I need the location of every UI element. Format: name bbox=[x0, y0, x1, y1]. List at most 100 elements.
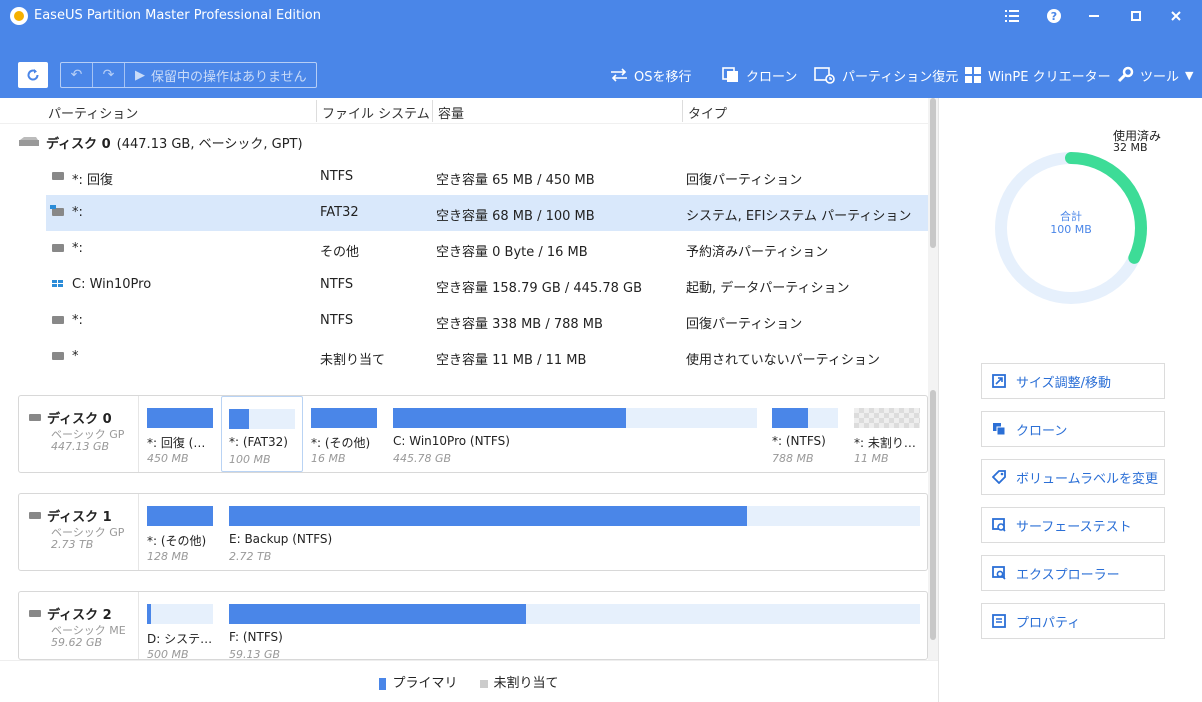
disk-1-map[interactable]: ディスク 1 ベーシック GP 2.73 TB *: (その他) 128 MB … bbox=[18, 493, 928, 571]
header-partition[interactable]: パーティション bbox=[48, 103, 138, 122]
disk-0-map[interactable]: ディスク 0 ベーシック GP 447.13 GB *: 回復 (… 450 M… bbox=[18, 395, 928, 473]
partition-block[interactable]: *: 回復 (… 450 MB bbox=[147, 396, 215, 472]
migrate-os-button[interactable]: OSを移行 bbox=[610, 64, 692, 86]
refresh-icon bbox=[27, 69, 39, 81]
resize-icon bbox=[992, 374, 1006, 388]
disk-2-info[interactable]: ディスク 2 ベーシック ME 59.62 GB bbox=[19, 592, 139, 659]
header-type[interactable]: タイプ bbox=[688, 103, 727, 122]
partition-legend: プライマリ 未割り当て bbox=[0, 660, 938, 702]
help-icon[interactable]: ? bbox=[1034, 0, 1074, 32]
partition-size: 2.72 TB bbox=[229, 550, 272, 563]
partition-block[interactable]: *: (NTFS) 788 MB bbox=[772, 396, 840, 472]
partition-block[interactable]: C: Win10Pro (NTFS) 445.78 GB bbox=[393, 396, 759, 472]
row-filesystem: NTFS bbox=[320, 277, 354, 292]
properties-button[interactable]: プロパティ bbox=[981, 603, 1165, 639]
resize-move-button[interactable]: サイズ調整/移動 bbox=[981, 363, 1165, 399]
windows-drive-icon bbox=[52, 280, 64, 288]
disk-icon bbox=[29, 610, 41, 617]
disk-1-title: ディスク 1 bbox=[47, 510, 112, 525]
clone-partition-button[interactable]: クローン bbox=[981, 411, 1165, 447]
row-type: 回復パーティション bbox=[686, 317, 803, 332]
partition-size: 500 MB bbox=[147, 648, 189, 660]
partition-bar bbox=[229, 604, 920, 624]
table-row[interactable]: *: NTFS 空き容量 338 MB / 788 MB 回復パーティション bbox=[46, 303, 928, 339]
winpe-creator-label: WinPE クリエーター bbox=[988, 69, 1111, 85]
table-row[interactable]: *: FAT32 空き容量 68 MB / 100 MB システム, EFIシス… bbox=[46, 195, 928, 231]
table-row[interactable]: * 未割り当て 空き容量 11 MB / 11 MB 使用されていないパーティシ… bbox=[46, 339, 928, 375]
chevron-down-icon: ▼ bbox=[1185, 68, 1194, 82]
surface-test-icon bbox=[992, 518, 1006, 532]
partition-bar bbox=[311, 408, 377, 428]
maximize-icon[interactable] bbox=[1116, 0, 1156, 32]
disk-0-info[interactable]: ディスク 0 ベーシック GP 447.13 GB bbox=[19, 396, 139, 472]
partition-size: 450 MB bbox=[147, 452, 189, 465]
clone-icon bbox=[993, 423, 1006, 436]
total-label: 合計 bbox=[1060, 210, 1082, 223]
partition-label: *: (FAT32) bbox=[229, 435, 288, 449]
partition-size: 59.13 GB bbox=[229, 648, 281, 660]
row-type: 起動, データパーティション bbox=[686, 281, 850, 296]
legend-unallocated: 未割り当て bbox=[479, 672, 559, 691]
partition-size: 128 MB bbox=[147, 550, 189, 563]
properties-label: プロパティ bbox=[1016, 615, 1081, 631]
column-divider[interactable] bbox=[432, 100, 433, 122]
partition-block[interactable]: *: (その他) 16 MB bbox=[311, 396, 379, 472]
partition-block[interactable]: D: システ… 500 MB bbox=[147, 592, 215, 660]
partition-bar bbox=[772, 408, 838, 428]
column-divider[interactable] bbox=[682, 100, 683, 122]
disk-1-info[interactable]: ディスク 1 ベーシック GP 2.73 TB bbox=[19, 494, 139, 570]
partition-block-selected[interactable]: *: (FAT32) 100 MB bbox=[221, 396, 303, 472]
surface-test-label: サーフェーステスト bbox=[1016, 519, 1132, 535]
partition-block[interactable]: F: (NTFS) 59.13 GB bbox=[229, 592, 922, 660]
system-drive-icon bbox=[50, 205, 64, 216]
disk-icon bbox=[19, 137, 39, 146]
table-row[interactable]: *: その他 空き容量 0 Byte / 16 MB 予約済みパーティション bbox=[46, 231, 928, 267]
disk-0-row[interactable]: ディスク 0 (447.13 GB, ベーシック, GPT) bbox=[18, 128, 303, 156]
apply-pending-button[interactable]: ▶ 保留中の操作はありません bbox=[125, 66, 307, 85]
table-row[interactable]: *: 回復 NTFS 空き容量 65 MB / 450 MB 回復パーティション bbox=[46, 159, 928, 195]
header-filesystem[interactable]: ファイル システム bbox=[322, 103, 430, 122]
minimize-icon[interactable] bbox=[1074, 0, 1114, 32]
disk-2-map[interactable]: ディスク 2 ベーシック ME 59.62 GB D: システ… 500 MB … bbox=[18, 591, 928, 660]
table-row[interactable]: C: Win10Pro NTFS 空き容量 158.79 GB / 445.78… bbox=[46, 267, 928, 303]
partition-fill bbox=[147, 604, 151, 624]
clone-toolbar-button[interactable]: クローン bbox=[722, 64, 797, 86]
partition-fill bbox=[229, 409, 249, 429]
partition-label: *: 未割り… bbox=[854, 436, 916, 450]
disk-name: ディスク 2 bbox=[29, 604, 112, 623]
drive-icon bbox=[52, 316, 64, 324]
refresh-button[interactable] bbox=[18, 62, 48, 88]
header-capacity[interactable]: 容量 bbox=[438, 103, 464, 122]
partition-block[interactable]: *: (その他) 128 MB bbox=[147, 494, 215, 570]
clone-partition-label: クローン bbox=[1016, 423, 1068, 439]
row-type: システム, EFIシステム パーティション bbox=[686, 209, 912, 224]
vertical-scrollbar[interactable] bbox=[928, 98, 938, 660]
clone-icon bbox=[722, 67, 738, 82]
row-capacity: 空き容量 338 MB / 788 MB bbox=[436, 317, 603, 332]
partition-size: 788 MB bbox=[772, 452, 814, 465]
partition-bar bbox=[147, 604, 213, 624]
winpe-creator-button[interactable]: WinPE クリエーター bbox=[964, 64, 1111, 86]
disk-name: ディスク 1 bbox=[29, 506, 112, 525]
redo-button[interactable]: ↷ bbox=[93, 63, 125, 87]
tools-menu-button[interactable]: ツール ▼ bbox=[1116, 64, 1193, 86]
partition-block[interactable]: E: Backup (NTFS) 2.72 TB bbox=[229, 494, 922, 570]
row-type: 予約済みパーティション bbox=[686, 245, 829, 260]
row-filesystem: NTFS bbox=[320, 313, 354, 328]
row-filesystem: NTFS bbox=[320, 169, 354, 184]
explorer-button[interactable]: エクスプローラー bbox=[981, 555, 1165, 591]
disk-size: 59.62 GB bbox=[51, 636, 103, 649]
surface-test-button[interactable]: サーフェーステスト bbox=[981, 507, 1165, 543]
column-divider[interactable] bbox=[316, 100, 317, 122]
change-label-button[interactable]: ボリュームラベルを変更 bbox=[981, 459, 1165, 495]
legend-primary-label: プライマリ bbox=[392, 676, 458, 691]
partition-recovery-button[interactable]: パーティション復元 bbox=[814, 64, 958, 86]
scrollbar-thumb-table[interactable] bbox=[930, 98, 936, 248]
menu-icon[interactable] bbox=[992, 0, 1032, 32]
close-icon[interactable] bbox=[1156, 0, 1196, 32]
unallocated-block[interactable]: *: 未割り… 11 MB bbox=[854, 396, 922, 472]
undo-button[interactable]: ↶ bbox=[61, 63, 93, 87]
partition-table-header: パーティション ファイル システム 容量 タイプ bbox=[0, 98, 928, 124]
scrollbar-thumb-map[interactable] bbox=[930, 390, 936, 640]
top-bar: EaseUS Partition Master Professional Edi… bbox=[0, 0, 1202, 98]
